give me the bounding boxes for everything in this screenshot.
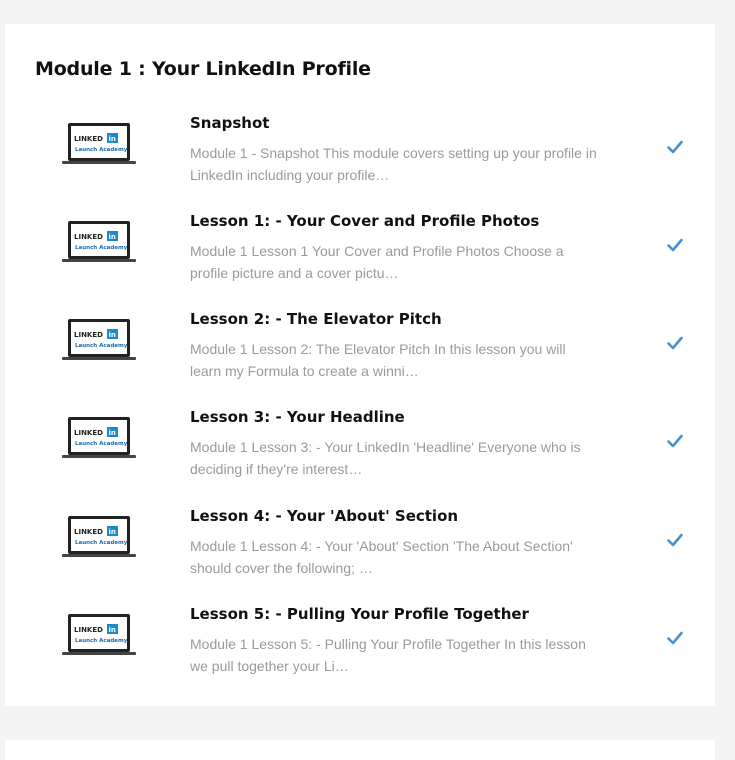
lesson-description: Module 1 Lesson 5: - Pulling Your Profil…	[190, 636, 586, 674]
check-icon	[667, 336, 683, 350]
lesson-description: Module 1 Lesson 2: The Elevator Pitch In…	[190, 341, 566, 379]
svg-text:Launch Academy: Launch Academy	[75, 540, 128, 546]
svg-text:LINKED: LINKED	[74, 135, 103, 143]
lesson-description: Module 1 Lesson 3: - Your LinkedIn 'Head…	[190, 439, 581, 477]
svg-text:in: in	[109, 135, 116, 143]
svg-text:Launch Academy: Launch Academy	[75, 638, 128, 644]
svg-text:Launch Academy: Launch Academy	[75, 147, 128, 153]
lesson-description: Module 1 - Snapshot This module covers s…	[190, 145, 597, 183]
lesson-thumbnail: LINKED in Launch Academy	[62, 318, 136, 364]
lesson-title[interactable]: Lesson 1: - Your Cover and Profile Photo…	[190, 212, 539, 230]
module-card: Module 1 : Your LinkedIn Profile LINKED …	[5, 24, 715, 706]
lesson-item[interactable]: LINKED in Launch Academy Lesson 3: - You…	[5, 408, 715, 496]
svg-text:in: in	[109, 233, 116, 241]
lesson-item[interactable]: LINKED in Launch Academy Lesson 4: - You…	[5, 507, 715, 595]
lesson-description: Module 1 Lesson 1 Your Cover and Profile…	[190, 243, 564, 281]
lesson-item[interactable]: LINKED in Launch Academy Lesson 2: - The…	[5, 310, 715, 398]
lesson-thumbnail: LINKED in Launch Academy	[62, 515, 136, 561]
svg-text:LINKED: LINKED	[74, 626, 103, 634]
check-icon	[667, 631, 683, 645]
svg-text:LINKED: LINKED	[74, 233, 103, 241]
lesson-description: Module 1 Lesson 4: - Your 'About' Sectio…	[190, 538, 573, 576]
lesson-item[interactable]: LINKED in Launch Academy Lesson 5: - Pul…	[5, 605, 715, 693]
lesson-thumbnail: LINKED in Launch Academy	[62, 122, 136, 168]
svg-text:LINKED: LINKED	[74, 331, 103, 339]
svg-text:LINKED: LINKED	[74, 528, 103, 536]
svg-text:Launch Academy: Launch Academy	[75, 441, 128, 447]
svg-text:Launch Academy: Launch Academy	[75, 245, 128, 251]
module-title: Module 1 : Your LinkedIn Profile	[35, 58, 371, 80]
lesson-thumbnail: LINKED in Launch Academy	[62, 416, 136, 462]
check-icon	[667, 434, 683, 448]
svg-text:LINKED: LINKED	[74, 429, 103, 437]
lesson-thumbnail: LINKED in Launch Academy	[62, 613, 136, 659]
lesson-item[interactable]: LINKED in Launch Academy Lesson 1: - You…	[5, 212, 715, 300]
svg-text:in: in	[109, 528, 116, 536]
check-icon	[667, 238, 683, 252]
lesson-title[interactable]: Lesson 4: - Your 'About' Section	[190, 507, 458, 525]
next-module-card	[5, 740, 715, 760]
lesson-title[interactable]: Lesson 3: - Your Headline	[190, 408, 405, 426]
check-icon	[667, 140, 683, 154]
lesson-thumbnail: LINKED in Launch Academy	[62, 220, 136, 266]
lesson-title[interactable]: Lesson 5: - Pulling Your Profile Togethe…	[190, 605, 529, 623]
lesson-title[interactable]: Lesson 2: - The Elevator Pitch	[190, 310, 442, 328]
lesson-item[interactable]: LINKED in Launch Academy Snapshot Module…	[5, 114, 715, 202]
svg-text:in: in	[109, 331, 116, 339]
lesson-title[interactable]: Snapshot	[190, 114, 269, 132]
svg-text:in: in	[109, 429, 116, 437]
svg-text:in: in	[109, 626, 116, 634]
check-icon	[667, 533, 683, 547]
svg-text:Launch Academy: Launch Academy	[75, 343, 128, 349]
